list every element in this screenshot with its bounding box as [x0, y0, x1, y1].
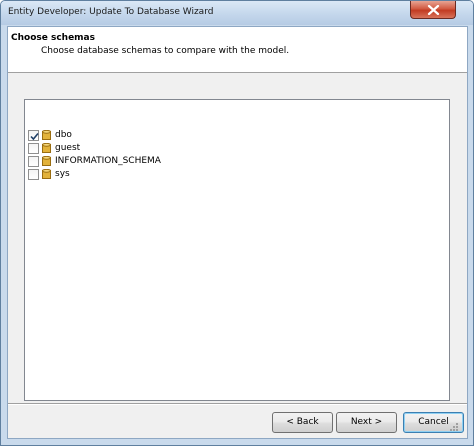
database-icon — [42, 143, 51, 153]
schema-checkbox-information-schema[interactable] — [28, 156, 39, 167]
close-icon — [427, 5, 440, 15]
schema-checkbox-dbo[interactable] — [28, 130, 39, 141]
schema-label-dbo: dbo — [55, 130, 72, 140]
resize-grip-icon[interactable] — [449, 422, 459, 432]
database-icon — [42, 130, 51, 140]
close-button[interactable] — [410, 1, 456, 19]
window-title: Entity Developer: Update To Database Wiz… — [8, 7, 214, 17]
database-icon — [42, 156, 51, 166]
wizard-client-area: Choose schemas Choose database schemas t… — [7, 26, 468, 439]
schema-label-sys: sys — [55, 169, 70, 179]
page-subtitle: Choose database schemas to compare with … — [41, 46, 290, 56]
next-button[interactable]: Next > — [336, 412, 397, 433]
page-title: Choose schemas — [11, 33, 95, 43]
footer-divider — [8, 403, 467, 405]
schema-checkbox-sys[interactable] — [28, 169, 39, 180]
wizard-window: Entity Developer: Update To Database Wiz… — [0, 0, 474, 446]
schema-item-sys[interactable]: sys — [28, 169, 228, 181]
title-bar[interactable]: Entity Developer: Update To Database Wiz… — [1, 1, 473, 25]
wizard-header: Choose schemas Choose database schemas t… — [8, 27, 467, 73]
schema-checkbox-guest[interactable] — [28, 143, 39, 154]
back-button[interactable]: < Back — [272, 412, 333, 433]
schema-item-dbo[interactable]: dbo — [28, 130, 228, 142]
schema-item-guest[interactable]: guest — [28, 143, 228, 155]
schema-checklist[interactable]: dbo guest INFORMATION_SCHEMA sys — [24, 99, 450, 401]
schema-label-guest: guest — [55, 143, 81, 153]
check-icon — [30, 132, 39, 141]
schema-item-information-schema[interactable]: INFORMATION_SCHEMA — [28, 156, 228, 168]
database-icon — [42, 169, 51, 179]
schema-label-information-schema: INFORMATION_SCHEMA — [55, 156, 161, 166]
